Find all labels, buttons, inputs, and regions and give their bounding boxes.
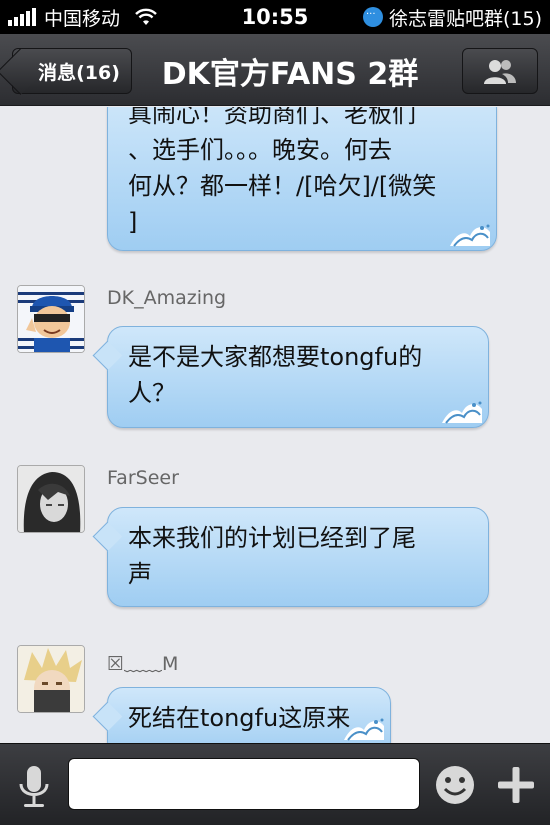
chat-bubble-icon bbox=[362, 7, 383, 27]
wave-icon bbox=[450, 224, 490, 247]
sender-name: ☒﹏﹏M bbox=[107, 653, 179, 675]
message-input[interactable] bbox=[68, 758, 420, 810]
notification[interactable]: 徐志雷贴吧群(15) bbox=[362, 0, 542, 34]
signal-icon bbox=[8, 8, 36, 26]
chat-area[interactable]: 真闹心！资助商们、老板们 、选手们。。。晚安。何去 何从？都一样！/[哈欠]/[… bbox=[0, 107, 550, 743]
message-line: 声 bbox=[128, 560, 152, 588]
wave-icon bbox=[442, 401, 482, 424]
message-line: 死结在tongfu这原来 bbox=[128, 704, 351, 732]
back-button[interactable]: 消息(16) bbox=[12, 48, 132, 94]
plus-icon[interactable] bbox=[496, 764, 536, 806]
sender-name: DK_Amazing bbox=[107, 287, 227, 309]
message-line: 真闹心！资助商们、老板们 bbox=[128, 107, 416, 128]
avatar-image bbox=[18, 646, 84, 712]
back-button-label: 消息(16) bbox=[38, 61, 120, 84]
nav-bar: 消息(16) DK官方FANS 2群 bbox=[0, 34, 550, 106]
message-line: 人？ bbox=[128, 379, 176, 407]
status-bar: 中国移动 10:55 徐志雷贴吧群(15) bbox=[0, 0, 550, 34]
message-line: 、选手们。。。晚安。何去 bbox=[128, 136, 392, 164]
message-bubble[interactable]: 真闹心！资助商们、老板们 、选手们。。。晚安。何去 何从？都一样！/[哈欠]/[… bbox=[107, 107, 497, 251]
wave-icon bbox=[344, 718, 384, 741]
notification-text: 徐志雷贴吧群(15) bbox=[388, 7, 542, 30]
group-members-button[interactable] bbox=[462, 48, 538, 94]
avatar[interactable] bbox=[17, 465, 85, 533]
message-line: 是不是大家都想要tongfu的 bbox=[128, 343, 423, 371]
page-title: DK官方FANS 2群 bbox=[161, 57, 419, 92]
message-bubble[interactable]: 本来我们的计划已经到了尾 声 bbox=[107, 507, 489, 607]
avatar-image bbox=[18, 286, 84, 352]
message-line: 本来我们的计划已经到了尾 bbox=[128, 524, 416, 552]
avatar-image bbox=[18, 466, 84, 532]
message-bubble[interactable]: 死结在tongfu这原来 bbox=[107, 687, 391, 743]
avatar[interactable] bbox=[17, 285, 85, 353]
carrier-label: 中国移动 bbox=[44, 7, 121, 30]
message-bubble[interactable]: 是不是大家都想要tongfu的 人？ bbox=[107, 326, 489, 428]
sender-name: FarSeer bbox=[107, 467, 179, 489]
input-bar bbox=[0, 743, 550, 825]
people-icon bbox=[484, 60, 516, 84]
message-line: ] bbox=[128, 208, 138, 236]
avatar[interactable] bbox=[17, 645, 85, 713]
emoji-icon[interactable] bbox=[434, 764, 476, 806]
microphone-icon[interactable] bbox=[14, 764, 54, 810]
wifi-icon bbox=[135, 8, 157, 25]
message-line: 何从？都一样！/[哈欠]/[微笑 bbox=[128, 172, 437, 200]
